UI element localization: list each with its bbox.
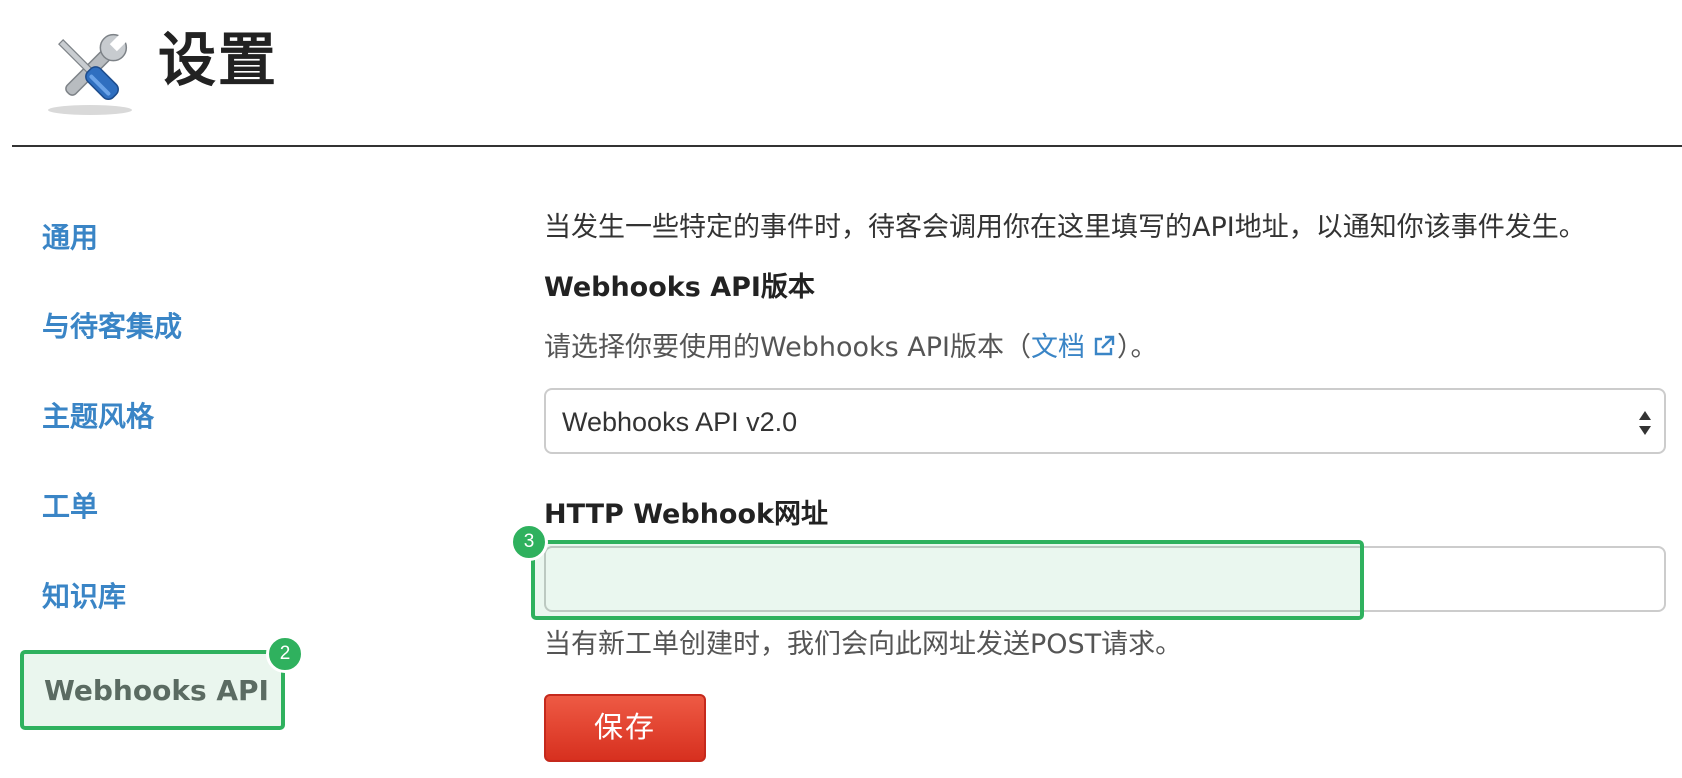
step-marker-badge: 3 <box>510 523 548 561</box>
sidebar-item-knowledge-base[interactable]: 知识库 <box>42 579 126 615</box>
api-version-select[interactable]: Webhooks API v2.0 <box>544 388 1666 454</box>
version-label: Webhooks API版本 <box>544 272 815 303</box>
header-divider <box>12 145 1682 147</box>
sidebar-item-label: Webhooks API <box>44 674 269 707</box>
save-button[interactable]: 保存 <box>544 694 706 762</box>
select-arrows-icon <box>1639 411 1651 435</box>
version-help-suffix: ）。 <box>1117 332 1158 363</box>
tools-icon <box>48 32 132 115</box>
api-version-select-value: Webhooks API v2.0 <box>562 407 798 437</box>
version-help: 请选择你要使用的Webhooks API版本（文档 ）。 <box>544 330 1158 366</box>
page-title: 设置 <box>158 26 279 94</box>
intro-text: 当发生一些特定的事件时，待客会调用你在这里填写的API地址，以通知你该事件发生。 <box>544 212 1586 243</box>
webhook-url-help: 当有新工单创建时，我们会向此网址发送POST请求。 <box>544 629 1183 660</box>
sidebar-item-general[interactable]: 通用 <box>42 220 98 256</box>
sidebar-item-webhooks-api[interactable]: Webhooks API <box>20 650 285 730</box>
sidebar-item-theme[interactable]: 主题风格 <box>42 399 154 435</box>
doc-link[interactable]: 文档 <box>1031 332 1117 363</box>
webhook-url-label: HTTP Webhook网址 <box>544 499 828 530</box>
sidebar-item-tickets[interactable]: 工单 <box>42 489 98 525</box>
doc-link-label: 文档 <box>1031 332 1086 363</box>
page-header: 设置 <box>0 0 1682 147</box>
step-marker-badge: 2 <box>266 635 304 673</box>
version-help-prefix: 请选择你要使用的Webhooks API版本（ <box>544 332 1032 363</box>
external-link-icon <box>1094 335 1115 356</box>
webhook-url-input[interactable] <box>544 546 1666 612</box>
sidebar-item-integration[interactable]: 与待客集成 <box>42 309 182 345</box>
